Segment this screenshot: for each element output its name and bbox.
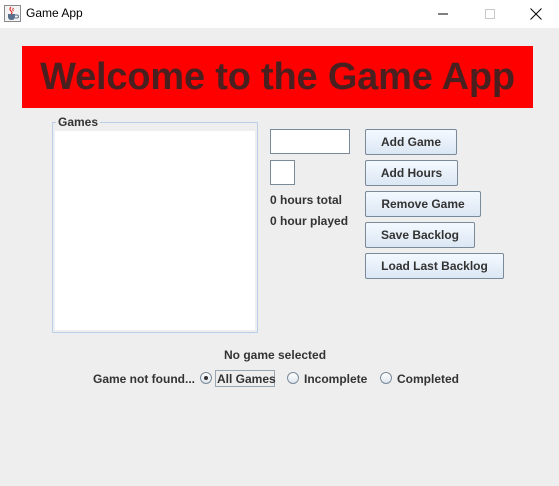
welcome-banner-text: Welcome to the Game App: [40, 55, 515, 98]
all-games-label[interactable]: All Games: [217, 372, 276, 386]
java-cup-icon: [4, 5, 21, 22]
minimize-button[interactable]: [420, 0, 466, 28]
save-backlog-button[interactable]: Save Backlog: [365, 222, 475, 248]
search-status: Game not found...: [93, 372, 195, 386]
hours-total-label: 0 hours total: [270, 193, 343, 207]
maximize-button[interactable]: [467, 0, 513, 28]
game-name-input[interactable]: [270, 129, 350, 154]
games-panel-title: Games: [56, 115, 101, 129]
add-hours-button[interactable]: Add Hours: [365, 160, 458, 186]
incomplete-label[interactable]: Incomplete: [304, 372, 367, 386]
selection-status: No game selected: [224, 348, 327, 362]
minimize-icon: [438, 13, 448, 15]
welcome-banner: Welcome to the Game App: [22, 46, 533, 108]
title-bar: Game App: [0, 0, 559, 28]
close-button[interactable]: [513, 0, 559, 28]
close-icon: [530, 8, 542, 20]
add-game-button[interactable]: Add Game: [365, 129, 457, 155]
completed-radio[interactable]: [380, 372, 392, 384]
hours-played-label: 0 hour played: [270, 214, 349, 228]
remove-game-button[interactable]: Remove Game: [365, 191, 481, 217]
completed-label[interactable]: Completed: [397, 372, 459, 386]
load-last-backlog-button[interactable]: Load Last Backlog: [365, 253, 504, 279]
games-list[interactable]: [55, 131, 255, 330]
window-title: Game App: [26, 6, 83, 20]
maximize-icon: [485, 9, 495, 19]
radio-selected-dot: [204, 376, 208, 380]
all-games-radio[interactable]: [200, 372, 212, 384]
incomplete-radio[interactable]: [287, 372, 299, 384]
hours-input[interactable]: [270, 160, 295, 185]
